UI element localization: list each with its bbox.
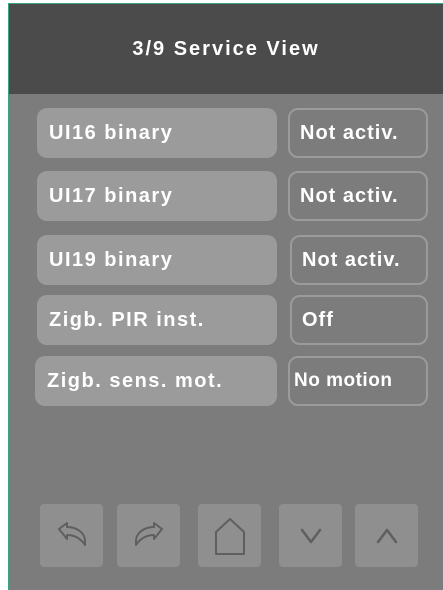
redo-icon (132, 521, 166, 551)
chevron-up-icon (375, 526, 399, 546)
home-icon (213, 516, 247, 556)
scroll-up-button[interactable] (355, 504, 418, 567)
row-value-ui16-binary[interactable]: Not activ. (288, 108, 428, 158)
row-value-ui19-binary[interactable]: Not activ. (290, 235, 428, 285)
page-title: 3/9 Service View (9, 4, 443, 94)
scroll-down-button[interactable] (279, 504, 342, 567)
row-value-zigb-sens-mot[interactable]: No motion (288, 356, 428, 406)
redo-button[interactable] (117, 504, 180, 567)
row-label-zigb-pir-inst: Zigb. PIR inst. (37, 295, 277, 345)
undo-button[interactable] (40, 504, 103, 567)
row-label-ui16-binary: UI16 binary (37, 108, 277, 158)
chevron-down-icon (299, 526, 323, 546)
undo-icon (55, 521, 89, 551)
row-label-zigb-sens-mot: Zigb. sens. mot. (35, 356, 277, 406)
service-view-panel: 3/9 Service View UI16 binary Not activ. … (8, 3, 443, 590)
row-value-zigb-pir-inst[interactable]: Off (290, 295, 428, 345)
row-value-ui17-binary[interactable]: Not activ. (288, 171, 428, 221)
row-label-ui17-binary: UI17 binary (37, 171, 277, 221)
row-label-ui19-binary: UI19 binary (37, 235, 277, 285)
home-button[interactable] (198, 504, 261, 567)
